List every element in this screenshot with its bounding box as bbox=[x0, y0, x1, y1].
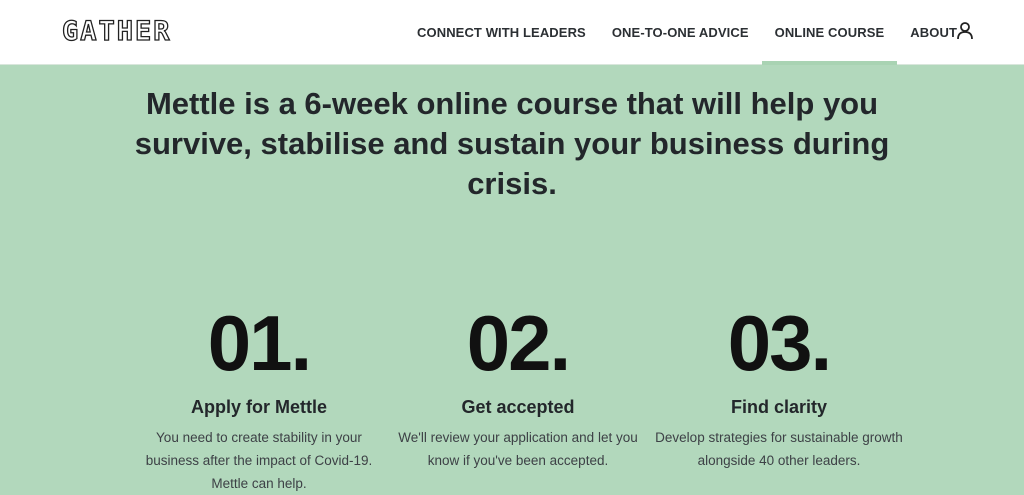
step-number: 02. bbox=[466, 299, 571, 387]
step-number: 03. bbox=[727, 299, 832, 387]
step-description: You need to create stability in your bus… bbox=[145, 430, 373, 491]
nav-one-to-one-advice[interactable]: ONE-TO-ONE ADVICE bbox=[599, 0, 762, 65]
step-description: Develop strategies for sustainable growt… bbox=[655, 430, 903, 468]
step-card: 02. Get accepted We'll review your appli… bbox=[383, 298, 653, 472]
nav-connect-with-leaders[interactable]: CONNECT WITH LEADERS bbox=[404, 0, 599, 65]
step-title: Find clarity bbox=[730, 397, 828, 417]
step-title: Get accepted bbox=[461, 397, 575, 417]
step-number: 01. bbox=[207, 299, 312, 387]
nav-online-course[interactable]: ONLINE COURSE bbox=[761, 0, 898, 65]
step-card: 03. Find clarity Develop strategies for … bbox=[644, 298, 914, 472]
main-nav: CONNECT WITH LEADERS ONE-TO-ONE ADVICE O… bbox=[404, 0, 970, 65]
gather-logo[interactable]: GATHER bbox=[61, 15, 172, 47]
user-icon[interactable] bbox=[955, 21, 975, 41]
hero-title: Mettle is a 6-week online course that wi… bbox=[134, 86, 890, 201]
site-header: GATHER CONNECT WITH LEADERS ONE-TO-ONE A… bbox=[0, 0, 1024, 65]
step-description: We'll review your application and let yo… bbox=[398, 430, 638, 468]
step-card: 01. Apply for Mettle You need to create … bbox=[124, 298, 394, 495]
step-title: Apply for Mettle bbox=[190, 397, 327, 417]
